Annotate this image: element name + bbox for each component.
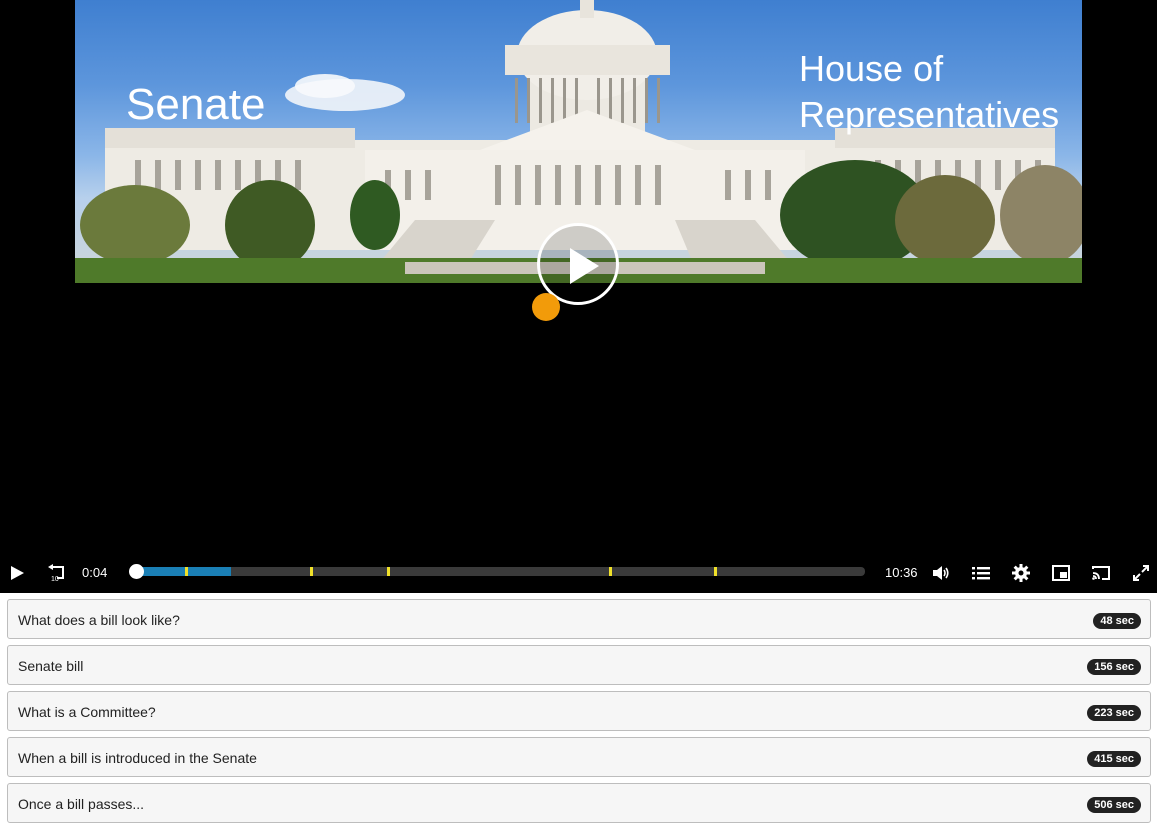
picture-in-picture-icon	[1052, 565, 1070, 581]
chapter-item[interactable]: Senate bill 156 sec	[7, 645, 1151, 685]
cast-button[interactable]	[1084, 553, 1118, 593]
chapter-title: Once a bill passes...	[18, 796, 145, 812]
chapter-time-badge: 156 sec	[1087, 659, 1141, 675]
fullscreen-icon	[1133, 565, 1149, 581]
chapter-item[interactable]: When a bill is introduced in the Senate …	[7, 737, 1151, 777]
rewind-10-icon: 10	[48, 564, 64, 582]
play-icon	[11, 566, 24, 580]
current-time: 0:04	[82, 565, 108, 580]
chapter-title: What is a Committee?	[18, 704, 156, 720]
chapter-marker[interactable]	[387, 567, 391, 576]
chapter-marker[interactable]	[608, 567, 612, 576]
chapter-time-badge: 506 sec	[1087, 797, 1141, 813]
svg-text:10: 10	[51, 576, 59, 582]
picture-in-picture-button[interactable]	[1044, 553, 1078, 593]
rewind-10-button[interactable]: 10	[40, 553, 74, 593]
chapters-list-icon	[972, 567, 990, 580]
chapter-time-badge: 415 sec	[1087, 751, 1141, 767]
play-button[interactable]	[0, 553, 34, 593]
chapter-item[interactable]: Once a bill passes... 506 sec	[7, 783, 1151, 823]
video-label-house: House of Representatives	[799, 48, 1060, 135]
hotspot-marker[interactable]	[532, 293, 560, 321]
fullscreen-button[interactable]	[1124, 553, 1157, 593]
chapters-button[interactable]	[964, 553, 998, 593]
settings-gear-icon	[1012, 564, 1030, 582]
scrubber-handle[interactable]	[128, 564, 144, 579]
volume-button[interactable]	[924, 553, 958, 593]
chapter-item[interactable]: What does a bill look like? 48 sec	[7, 599, 1151, 639]
chapter-time-badge: 223 sec	[1087, 705, 1141, 721]
cast-icon	[1092, 566, 1110, 580]
duration: 10:36	[885, 565, 918, 580]
chapter-marker[interactable]	[185, 567, 189, 576]
chapter-marker[interactable]	[310, 567, 314, 576]
chapter-title: When a bill is introduced in the Senate	[18, 750, 257, 766]
buffered-fill	[131, 567, 231, 576]
chapter-title: What does a bill look like?	[18, 612, 180, 628]
play-icon	[570, 248, 599, 284]
video-player[interactable]: Senate House of Representatives	[0, 0, 1157, 593]
chapter-marker[interactable]	[713, 567, 717, 576]
chapter-time-badge: 48 sec	[1093, 613, 1141, 629]
volume-icon	[933, 566, 949, 580]
progress-bar[interactable]	[131, 567, 865, 576]
settings-button[interactable]	[1004, 553, 1038, 593]
chapter-item[interactable]: What is a Committee? 223 sec	[7, 691, 1151, 731]
video-label-senate: Senate	[126, 80, 266, 129]
chapter-title: Senate bill	[18, 658, 84, 674]
chapter-list: What does a bill look like? 48 sec Senat…	[7, 599, 1151, 829]
